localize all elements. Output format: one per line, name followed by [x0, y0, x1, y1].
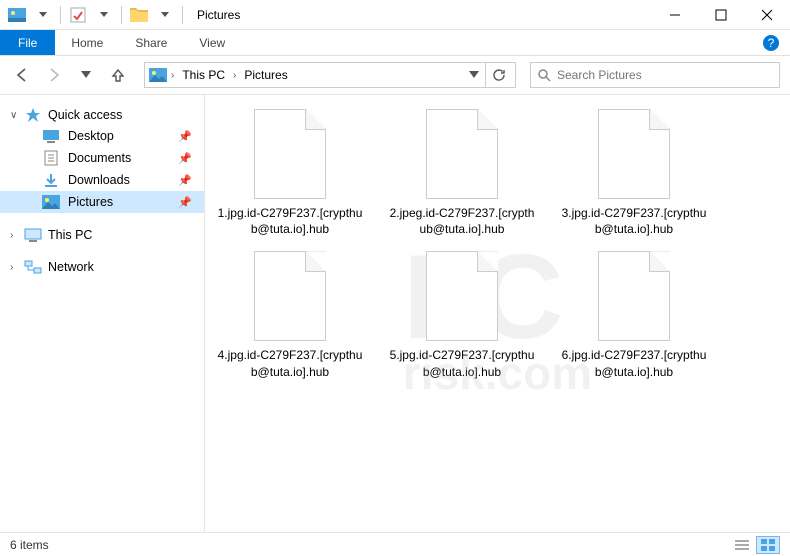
pictures-icon [42, 195, 60, 209]
thumbnails-view-button[interactable] [756, 536, 780, 554]
sidebar-item-pictures[interactable]: Pictures 📌 [0, 191, 204, 213]
network-header[interactable]: › Network [0, 257, 204, 277]
file-icon [254, 109, 326, 199]
quick-access-header[interactable]: ∨ Quick access [0, 105, 204, 125]
chevron-down-icon[interactable]: ∨ [10, 110, 17, 121]
sidebar-item-desktop[interactable]: Desktop 📌 [0, 125, 204, 147]
file-icon [254, 251, 326, 341]
status-bar: 6 items [0, 532, 790, 556]
search-input[interactable] [557, 68, 773, 82]
sidebar-item-label: Pictures [68, 195, 113, 209]
ribbon: File Home Share View ? [0, 30, 790, 56]
separator [182, 6, 183, 24]
file-icon [598, 109, 670, 199]
details-view-button[interactable] [730, 536, 754, 554]
breadcrumb-dropdown-button[interactable] [462, 63, 486, 87]
this-pc-icon [24, 228, 42, 242]
minimize-button[interactable] [652, 0, 698, 30]
file-name: 3.jpg.id-C279F237.[crypthub@tuta.io].hub [559, 205, 709, 237]
pin-icon: 📌 [178, 130, 192, 143]
forward-button[interactable] [42, 63, 66, 87]
breadcrumb-segment[interactable]: This PC [178, 68, 229, 82]
navigation-toolbar: › This PC › Pictures [0, 56, 790, 94]
quick-access-toolbar: Pictures [0, 4, 240, 26]
file-list[interactable]: PCrisk.com 1.jpg.id-C279F237.[crypthub@t… [205, 95, 790, 532]
search-box[interactable] [530, 62, 780, 88]
sidebar-item-label: Downloads [68, 173, 130, 187]
file-name: 1.jpg.id-C279F237.[crypthub@tuta.io].hub [215, 205, 365, 237]
folder-icon[interactable] [128, 4, 150, 26]
window-controls [652, 0, 790, 30]
file-item[interactable]: 5.jpg.id-C279F237.[crypthub@tuta.io].hub [387, 251, 537, 379]
file-icon [598, 251, 670, 341]
chevron-down-icon[interactable] [154, 4, 176, 26]
chevron-right-icon[interactable]: › [167, 70, 178, 81]
star-icon [24, 108, 42, 122]
file-item[interactable]: 6.jpg.id-C279F237.[crypthub@tuta.io].hub [559, 251, 709, 379]
file-item[interactable]: 3.jpg.id-C279F237.[crypthub@tuta.io].hub [559, 109, 709, 237]
file-item[interactable]: 2.jpeg.id-C279F237.[crypthub@tuta.io].hu… [387, 109, 537, 237]
file-icon [426, 109, 498, 199]
sidebar-item-label: Documents [68, 151, 131, 165]
file-item[interactable]: 4.jpg.id-C279F237.[crypthub@tuta.io].hub [215, 251, 365, 379]
properties-icon[interactable] [67, 4, 89, 26]
app-icon [6, 4, 28, 26]
titlebar: Pictures [0, 0, 790, 30]
svg-text:?: ? [768, 36, 775, 50]
sidebar-item-documents[interactable]: Documents 📌 [0, 147, 204, 169]
this-pc-header[interactable]: › This PC [0, 225, 204, 245]
file-name: 2.jpeg.id-C279F237.[crypthub@tuta.io].hu… [387, 205, 537, 237]
file-icon [426, 251, 498, 341]
network-icon [24, 260, 42, 274]
quick-access-label: Quick access [48, 108, 122, 122]
file-name: 6.jpg.id-C279F237.[crypthub@tuta.io].hub [559, 347, 709, 379]
desktop-icon [42, 129, 60, 143]
body: ∨ Quick access Desktop📌Documents📌Downloa… [0, 94, 790, 532]
file-item[interactable]: 1.jpg.id-C279F237.[crypthub@tuta.io].hub [215, 109, 365, 237]
file-name: 4.jpg.id-C279F237.[crypthub@tuta.io].hub [215, 347, 365, 379]
chevron-right-icon[interactable]: › [229, 70, 240, 81]
item-count: 6 items [10, 538, 49, 552]
help-button[interactable]: ? [762, 30, 780, 55]
separator [60, 6, 61, 24]
pin-icon: 📌 [178, 196, 192, 209]
close-button[interactable] [744, 0, 790, 30]
sidebar-item-label: Desktop [68, 129, 114, 143]
back-button[interactable] [10, 63, 34, 87]
chevron-right-icon[interactable]: › [10, 262, 13, 273]
maximize-button[interactable] [698, 0, 744, 30]
documents-icon [42, 151, 60, 165]
tab-view[interactable]: View [183, 30, 241, 55]
chevron-down-icon[interactable] [32, 4, 54, 26]
tab-home[interactable]: Home [55, 30, 119, 55]
window-title: Pictures [197, 8, 240, 22]
separator [121, 6, 122, 24]
up-button[interactable] [106, 63, 130, 87]
this-pc-label: This PC [48, 228, 92, 242]
pictures-icon [149, 68, 167, 82]
chevron-right-icon[interactable]: › [10, 230, 13, 241]
pin-icon: 📌 [178, 152, 192, 165]
chevron-down-icon[interactable] [93, 4, 115, 26]
file-tab[interactable]: File [0, 30, 55, 55]
breadcrumb-segment[interactable]: Pictures [240, 68, 291, 82]
search-icon [537, 68, 551, 82]
breadcrumb[interactable]: › This PC › Pictures [144, 62, 516, 88]
sidebar-item-downloads[interactable]: Downloads 📌 [0, 169, 204, 191]
network-label: Network [48, 260, 94, 274]
file-name: 5.jpg.id-C279F237.[crypthub@tuta.io].hub [387, 347, 537, 379]
sidebar: ∨ Quick access Desktop📌Documents📌Downloa… [0, 95, 205, 532]
pin-icon: 📌 [178, 174, 192, 187]
recent-locations-button[interactable] [74, 63, 98, 87]
downloads-icon [42, 173, 60, 187]
tab-share[interactable]: Share [119, 30, 183, 55]
refresh-button[interactable] [485, 62, 511, 88]
